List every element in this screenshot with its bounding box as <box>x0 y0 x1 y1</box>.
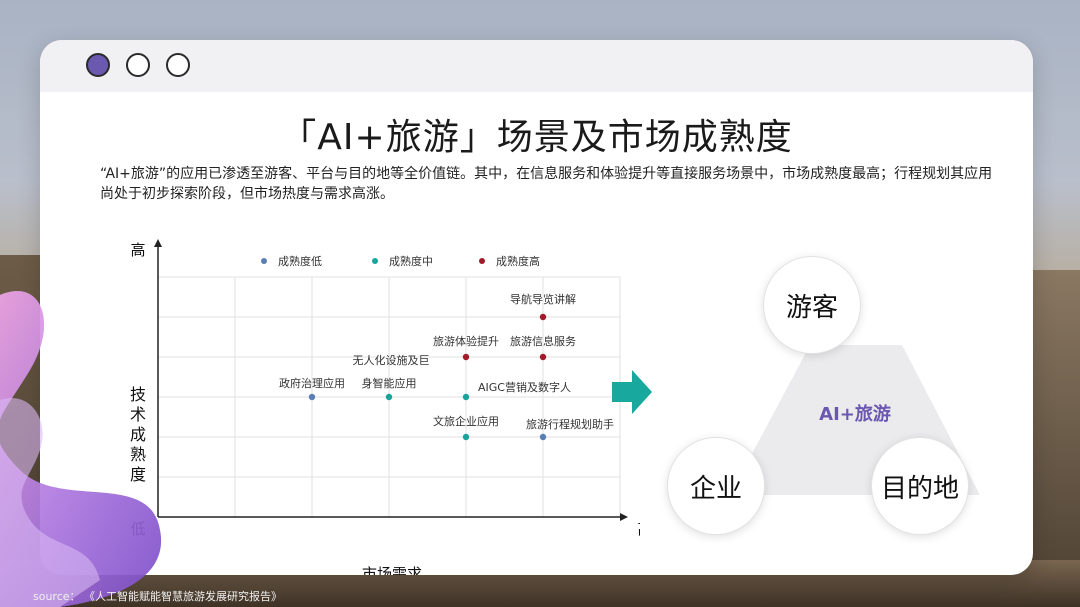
data-point <box>462 353 470 361</box>
x-axis-arrow <box>620 513 628 521</box>
window-dot-white-1[interactable] <box>126 53 150 77</box>
y-axis-arrow <box>154 239 162 247</box>
legend-marker <box>479 258 485 264</box>
legend-label: 成熟度低 <box>278 254 322 268</box>
data-label: 旅游信息服务 <box>510 334 576 348</box>
window-dot-purple[interactable] <box>86 53 110 77</box>
node-tourist: 游客 <box>764 257 860 353</box>
decorative-swirl <box>0 290 162 607</box>
node-enterprise: 企业 <box>668 438 764 534</box>
slide-description: “AI+旅游”的应用已渗透至游客、平台与目的地等全价值链。其中，在信息服务和体验… <box>100 166 993 202</box>
data-label: AIGC营销及数字人 <box>478 380 571 394</box>
data-label: 身智能应用 <box>362 376 417 390</box>
data-point <box>539 353 547 361</box>
data-point <box>539 313 547 321</box>
data-label: 无人化设施及巨 <box>353 353 430 367</box>
data-point <box>462 393 470 401</box>
x-axis-label: 市场需求 <box>362 565 423 575</box>
source-citation: source： 《人工智能赋能智慧旅游发展研究报告》 <box>33 590 283 603</box>
node-destination: 目的地 <box>872 438 968 534</box>
diagram-center-label: AI+旅游 <box>819 404 891 425</box>
data-point <box>385 393 393 401</box>
legend-label: 成熟度高 <box>496 254 540 268</box>
window-dot-white-2[interactable] <box>166 53 190 77</box>
arrow-right-icon <box>612 370 652 414</box>
data-point <box>462 433 470 441</box>
data-label: 旅游体验提升 <box>433 334 499 348</box>
window-title-bar <box>40 40 1033 92</box>
data-label: 旅游行程规划助手 <box>526 417 614 431</box>
x-axis-high-label: 高 <box>637 520 640 538</box>
data-label: 文旅企业应用 <box>433 414 499 428</box>
legend-marker <box>372 258 378 264</box>
data-point <box>308 393 316 401</box>
slide-title: 「AI+旅游」场景及市场成熟度 <box>280 117 793 158</box>
legend-label: 成熟度中 <box>389 254 433 268</box>
data-point <box>539 433 547 441</box>
y-axis-high-label: 高 <box>130 241 145 259</box>
data-label: 政府治理应用 <box>279 376 345 390</box>
legend-marker <box>261 258 267 264</box>
data-label: 导航导览讲解 <box>510 292 576 306</box>
